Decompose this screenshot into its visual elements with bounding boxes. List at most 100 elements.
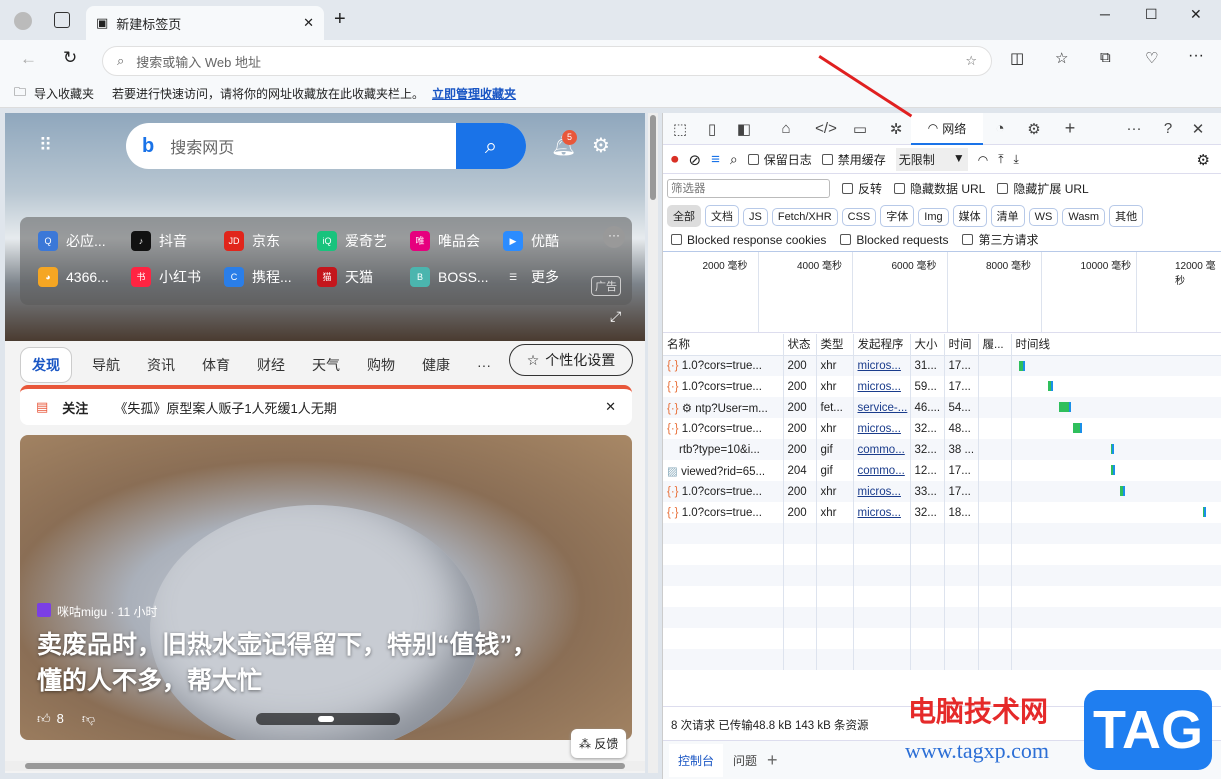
column-header[interactable]: 类型 bbox=[816, 334, 854, 355]
table-row[interactable]: {·} 1.0?cors=true... 200 xhr micros... 33...… bbox=[663, 481, 1221, 502]
profile-avatar[interactable] bbox=[14, 12, 32, 30]
table-row[interactable]: {·} ⚙ ntp?User=m... 200 fet... service-... 4… bbox=[663, 397, 1221, 418]
export-har-icon[interactable]: ⤓ bbox=[1014, 152, 1019, 167]
add-tool-icon[interactable]: + bbox=[1059, 118, 1081, 139]
type-filter-chip[interactable]: CSS bbox=[841, 208, 877, 226]
feed-tab[interactable]: 导航 bbox=[92, 355, 120, 375]
initiator-link[interactable]: micros... bbox=[858, 507, 901, 519]
quick-links-more-button[interactable]: ··· bbox=[603, 226, 625, 248]
column-header[interactable]: 状态 bbox=[783, 334, 817, 355]
manage-favorites-link[interactable]: 立即管理收藏夹 bbox=[432, 85, 516, 102]
close-devtools-icon[interactable]: ✕ bbox=[1187, 120, 1209, 138]
initiator-link[interactable]: commo... bbox=[858, 444, 905, 456]
device-icon[interactable]: ▯ bbox=[701, 120, 723, 138]
initiator-link[interactable]: service-... bbox=[858, 402, 908, 414]
throttle-select[interactable]: 无限制 ▼ bbox=[895, 148, 968, 171]
table-row[interactable]: {·} 1.0?cors=true... 200 xhr micros... 32...… bbox=[663, 502, 1221, 523]
tab-new-tab[interactable]: ▣ 新建标签页 ✕ bbox=[86, 6, 324, 40]
memory-chip-icon[interactable]: ⚙ bbox=[1023, 120, 1045, 138]
personalize-button[interactable]: ☆ 个性化设置 bbox=[509, 344, 633, 376]
thumbs-up-icon[interactable]: 👍︎ bbox=[37, 711, 51, 727]
settings-gear-icon[interactable]: ⚙ bbox=[1197, 151, 1210, 169]
tab-actions-icon[interactable] bbox=[54, 12, 70, 28]
type-filter-chip[interactable]: 文档 bbox=[705, 205, 739, 227]
column-header[interactable]: 名称 bbox=[663, 334, 784, 355]
sources-bug-icon[interactable]: ✲ bbox=[885, 120, 907, 138]
quick-link[interactable]: ♪ 抖音 bbox=[131, 231, 187, 251]
initiator-link[interactable]: micros... bbox=[858, 423, 901, 435]
network-conditions-icon[interactable]: ◠ bbox=[978, 153, 988, 167]
quick-link[interactable]: ▶ 优酷 bbox=[503, 231, 559, 251]
quick-link[interactable]: Q 必应... bbox=[38, 231, 106, 251]
quick-link[interactable]: JD 京东 bbox=[224, 231, 280, 251]
card-title[interactable]: 卖废品时，旧热水壶记得留下，特别“值钱”， 懂的人不多，帮大忙 bbox=[37, 627, 537, 699]
tab-network[interactable]: ◠ 网络 bbox=[911, 113, 983, 145]
console-icon[interactable]: ▭ bbox=[849, 120, 871, 138]
record-icon[interactable]: ⏺ bbox=[671, 151, 679, 168]
help-icon[interactable]: ? bbox=[1157, 120, 1179, 137]
address-input[interactable]: ⌕ 搜索或输入 Web 地址 ☆ bbox=[102, 46, 992, 76]
import-har-icon[interactable]: ⤒ bbox=[998, 152, 1003, 167]
new-tab-button[interactable]: + bbox=[334, 8, 346, 31]
collections-icon[interactable]: ⧉ bbox=[1100, 49, 1111, 66]
quick-link[interactable]: C 携程... bbox=[224, 267, 292, 287]
type-filter-chip[interactable]: 字体 bbox=[880, 205, 915, 227]
inspect-icon[interactable]: ⬚ bbox=[669, 120, 691, 138]
import-favorites[interactable]: 导入收藏夹 bbox=[34, 85, 94, 102]
type-filter-chip[interactable]: WS bbox=[1028, 208, 1059, 226]
news-card[interactable]: 咪咕migu · 11 小时 卖废品时，旧热水壶记得留下，特别“值钱”， 懂的人不… bbox=[20, 435, 632, 740]
notice-bar[interactable]: ▤ 关注 《失孤》原型案人贩子1人死缓1人无期 ✕ bbox=[20, 385, 632, 425]
type-filter-chip[interactable]: Img bbox=[918, 208, 949, 226]
table-row[interactable]: {·} 1.0?cors=true... 200 xhr micros... 59...… bbox=[663, 376, 1221, 397]
favorites-icon[interactable]: ☆ bbox=[1055, 49, 1068, 67]
web-search-box[interactable]: b 搜索网页 ⌕ bbox=[126, 123, 526, 169]
initiator-link[interactable]: micros... bbox=[858, 486, 901, 498]
horizontal-scrollbar[interactable] bbox=[5, 761, 645, 771]
hide-ext-url-checkbox[interactable]: 隐藏扩展 URL bbox=[997, 180, 1089, 197]
type-filter-chip[interactable]: 全部 bbox=[667, 205, 701, 227]
apps-grid-icon[interactable]: ⠿ bbox=[39, 135, 52, 156]
type-filter-chip[interactable]: 清单 bbox=[990, 205, 1025, 227]
welcome-home-icon[interactable]: ⌂ bbox=[775, 120, 797, 137]
feed-tab[interactable]: 购物 bbox=[367, 355, 395, 375]
close-icon[interactable]: ✕ bbox=[605, 399, 616, 415]
dock-icon[interactable]: ◧ bbox=[733, 120, 755, 138]
feed-tab[interactable]: 天气 bbox=[312, 355, 340, 375]
column-header[interactable]: 发起程序 bbox=[853, 334, 911, 355]
quick-link[interactable]: ◕ 4366... bbox=[38, 267, 109, 287]
quick-link[interactable]: 猫天猫 bbox=[317, 267, 373, 287]
clear-icon[interactable]: ⊘ bbox=[689, 151, 702, 169]
third-party-checkbox[interactable]: 第三方请求 bbox=[962, 231, 1039, 248]
expand-icon[interactable]: ⤢ bbox=[610, 308, 621, 325]
carousel-dots[interactable] bbox=[256, 713, 400, 725]
feed-tab[interactable]: 健康 bbox=[422, 355, 450, 375]
close-tab-icon[interactable]: ✕ bbox=[303, 15, 314, 31]
health-icon[interactable]: ♡ bbox=[1145, 49, 1158, 67]
minimize-button[interactable]: ─ bbox=[1100, 6, 1110, 22]
table-row[interactable]: rtb?type=10&i... 200 gif commo... 32... 38 ..… bbox=[663, 439, 1221, 460]
maximize-button[interactable]: ☐ bbox=[1145, 6, 1158, 23]
performance-icon[interactable]: ◔ bbox=[989, 120, 1011, 137]
thumbs-down-icon[interactable]: 👎︎ bbox=[82, 711, 95, 727]
quick-link[interactable]: 唯唯品会 bbox=[410, 231, 480, 251]
feed-tab[interactable]: 发现 bbox=[20, 347, 72, 383]
refresh-icon[interactable]: ↻ bbox=[63, 48, 77, 68]
blocked-cookies-checkbox[interactable]: Blocked response cookies bbox=[671, 233, 826, 247]
column-header[interactable]: 时间 bbox=[944, 334, 979, 355]
column-header[interactable]: 时间线 bbox=[1011, 334, 1221, 355]
initiator-link[interactable]: micros... bbox=[858, 381, 901, 393]
initiator-link[interactable]: commo... bbox=[858, 465, 905, 477]
initiator-link[interactable]: micros... bbox=[858, 360, 901, 372]
type-filter-chip[interactable]: 媒体 bbox=[952, 205, 987, 227]
tab-console[interactable]: 控制台 bbox=[669, 743, 724, 777]
feed-tab[interactable]: ··· bbox=[477, 357, 491, 373]
quick-link[interactable]: B BOSS... bbox=[410, 267, 489, 287]
filter-icon[interactable]: ≡ bbox=[711, 151, 720, 168]
disable-cache-checkbox[interactable]: 禁用缓存 bbox=[821, 151, 886, 168]
add-drawer-tab-icon[interactable]: + bbox=[767, 750, 778, 771]
feed-tab[interactable]: 体育 bbox=[202, 355, 230, 375]
page-scrollbar[interactable] bbox=[648, 113, 658, 773]
filter-input[interactable]: 筛选器 bbox=[667, 179, 830, 198]
table-row[interactable]: {·} 1.0?cors=true... 200 xhr micros... 31...… bbox=[663, 355, 1221, 376]
quick-link[interactable]: ☰ 更多 bbox=[503, 267, 559, 287]
